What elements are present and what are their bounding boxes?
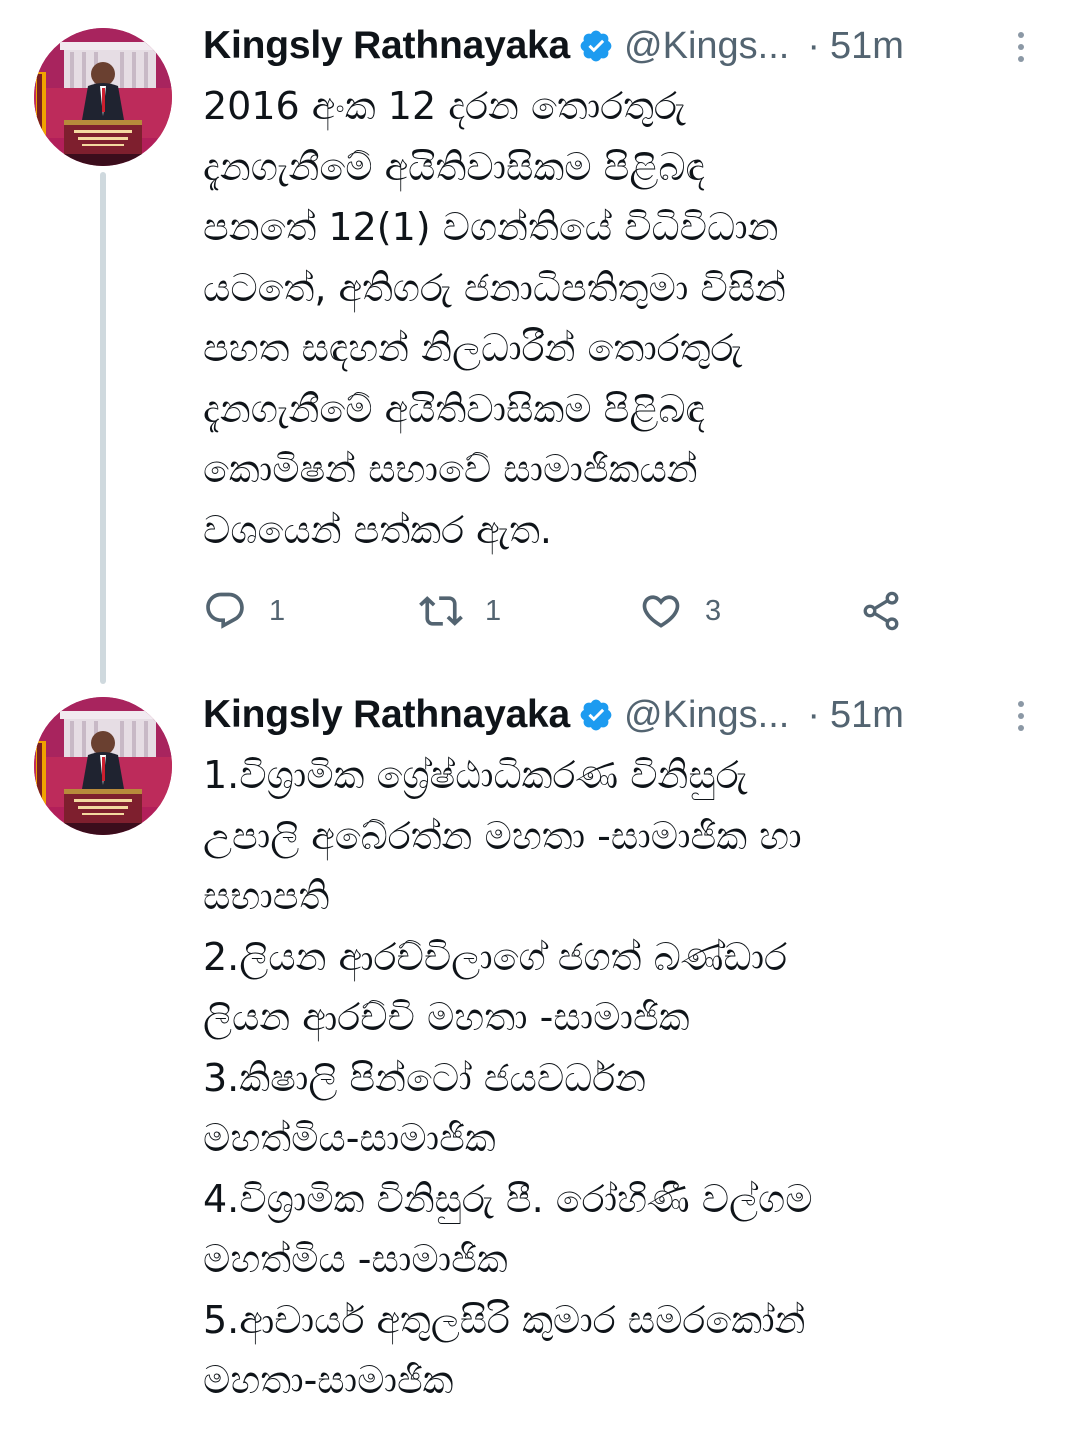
retweet-button[interactable]: 1 bbox=[419, 586, 501, 636]
author-avatar[interactable] bbox=[34, 697, 172, 835]
tweet-text: 2016 අංක 12 දරන තොරතුරු දැනගැනීමේ අයිතිව… bbox=[203, 76, 1043, 560]
tweet-text-line: වශයෙන් පත්කර ඇත. bbox=[203, 507, 553, 552]
tweet-text-line: 4.විශ්‍රාමික විනිසුරු පී. රෝහිණී වල්ගම bbox=[203, 1176, 813, 1221]
more-options-icon[interactable] bbox=[1016, 30, 1026, 64]
tweet-actions: 1 1 3 bbox=[203, 586, 943, 636]
tweet-text-line: දැනගැනීමේ අයිතිවාසිකම පිළිබඳ bbox=[203, 386, 705, 431]
share-icon bbox=[863, 591, 899, 631]
tweet-text-line: මහතා-සාමාජික bbox=[203, 1358, 454, 1402]
like-button[interactable]: 3 bbox=[639, 586, 721, 636]
tweet-text-line: පනතේ 12(1) වගන්තියේ විධිවිධාන bbox=[203, 205, 779, 249]
retweet-count: 1 bbox=[485, 594, 502, 627]
tweet-text-line: උපාලි අබේරත්න මහතා -සාමාජික හා bbox=[203, 813, 802, 858]
author-name[interactable]: Kingsly Rathnayaka bbox=[203, 24, 570, 68]
thread-connector-line bbox=[100, 172, 106, 684]
more-options-icon[interactable] bbox=[1016, 699, 1026, 733]
tweet-timestamp[interactable]: 51m bbox=[830, 25, 904, 68]
author-avatar[interactable] bbox=[34, 28, 172, 166]
separator-dot: · bbox=[807, 693, 821, 736]
tweet-header: Kingsly Rathnayaka @Kings... · 51m bbox=[203, 685, 1062, 745]
tweet-text-line: කොමිෂන් සභාවේ සාමාජිකයන් bbox=[203, 447, 698, 491]
tweet-text-line: 2016 අංක 12 දරන තොරතුරු bbox=[203, 84, 686, 128]
tweet-text-line: පහත සඳහන් නිලධාරීන් තොරතුරු bbox=[203, 326, 743, 370]
share-button[interactable] bbox=[859, 586, 903, 636]
reply-button[interactable]: 1 bbox=[203, 586, 285, 636]
tweet-timestamp[interactable]: 51m bbox=[830, 694, 904, 737]
tweet-text-line: 3.කිෂාලි පින්ටෝ ජයවර්ධන bbox=[203, 1055, 647, 1100]
tweet-text-line: සභාපති bbox=[203, 874, 330, 918]
verified-badge-icon bbox=[580, 30, 612, 62]
tweet-text-line: දැනගැනීමේ අයිතිවාසිකම පිළිබඳ bbox=[203, 144, 705, 189]
tweet-text: 1.විශ්‍රාමික ශ්‍රේෂ්ඨාධිකරණ විනිසුරු උපා… bbox=[203, 745, 1043, 1411]
tweet[interactable]: Kingsly Rathnayaka @Kings... · 51m 2016 … bbox=[0, 0, 1080, 684]
presidential-media-centre-avatar bbox=[34, 28, 172, 166]
reply-count: 1 bbox=[269, 594, 286, 627]
author-name[interactable]: Kingsly Rathnayaka bbox=[203, 693, 570, 737]
tweet-text-line: මහත්මිය-සාමාජික bbox=[203, 1116, 496, 1160]
tweet-text-line: 1.විශ්‍රාමික ශ්‍රේෂ්ඨාධිකරණ විනිසුරු bbox=[203, 753, 748, 797]
author-handle[interactable]: @Kings... bbox=[624, 694, 789, 737]
tweet-text-line: යටතේ, අතිගරු ජනාධිපතිතුමා විසින් bbox=[203, 265, 786, 310]
tweet-header: Kingsly Rathnayaka @Kings... · 51m bbox=[203, 16, 1062, 76]
tweet-text-line: ලියන ආරච්චි මහතා -සාමාජික bbox=[203, 995, 690, 1039]
tweet[interactable]: Kingsly Rathnayaka @Kings... · 51m 1.විශ… bbox=[0, 665, 1080, 1436]
heart-icon bbox=[642, 595, 680, 628]
tweet-text-line: මහත්මිය -සාමාජික bbox=[203, 1237, 508, 1281]
retweet-icon bbox=[419, 596, 463, 626]
verified-badge-icon bbox=[580, 699, 612, 731]
like-count: 3 bbox=[705, 594, 722, 627]
tweet-text-line: 5.ආචාර්ය අතුලසිරි කුමාර සමරකෝන් bbox=[203, 1297, 806, 1342]
presidential-media-centre-avatar bbox=[34, 697, 172, 835]
tweet-text-line: 2.ලියන ආරච්චිලාගේ ජගත් බණ්ඩාර bbox=[203, 934, 788, 979]
author-handle[interactable]: @Kings... bbox=[624, 25, 789, 68]
reply-icon bbox=[206, 592, 244, 629]
separator-dot: · bbox=[807, 24, 821, 67]
